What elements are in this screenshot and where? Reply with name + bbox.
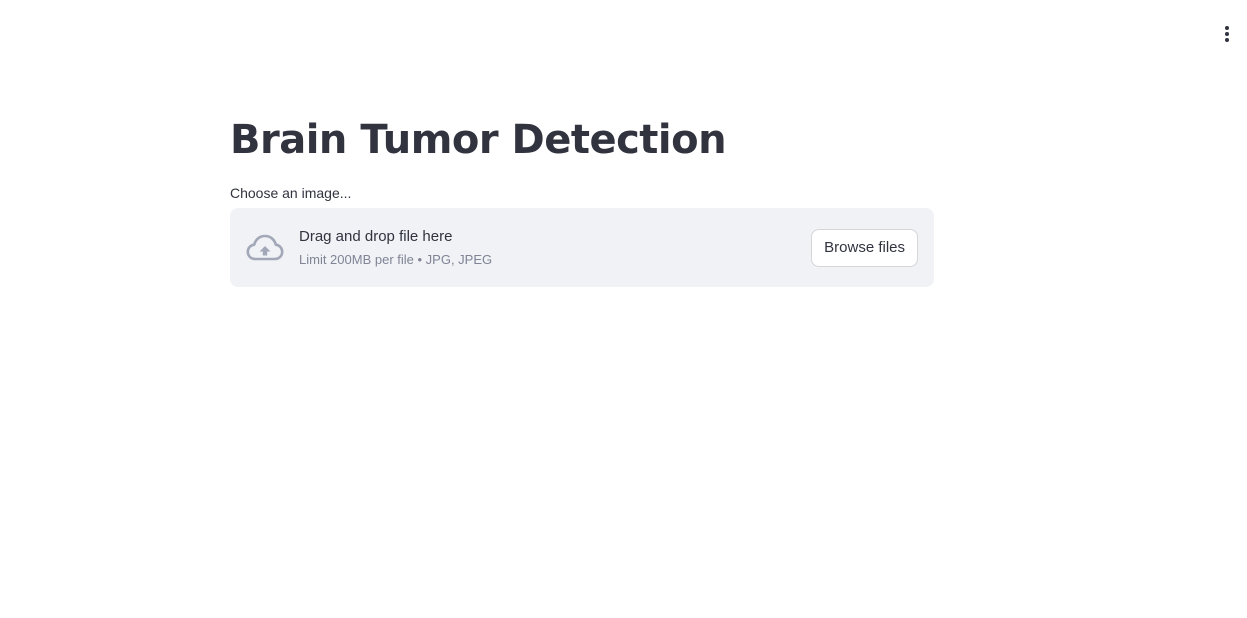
vertical-dots-icon: [1225, 26, 1229, 42]
dropzone-instructions: Drag and drop file here Limit 200MB per …: [299, 227, 811, 268]
file-dropzone[interactable]: Drag and drop file here Limit 200MB per …: [230, 208, 934, 287]
page-title: Brain Tumor Detection: [230, 117, 727, 163]
file-uploader-label: Choose an image...: [230, 185, 352, 201]
main-menu-button[interactable]: [1219, 24, 1235, 44]
drop-title: Drag and drop file here: [299, 228, 453, 245]
main-content: Brain Tumor Detection Choose an image...…: [230, 114, 934, 287]
file-limit-text: Limit 200MB per file • JPG, JPEG: [299, 252, 493, 267]
app-root: Brain Tumor Detection Choose an image...…: [0, 0, 1247, 618]
cloud-upload-icon: [246, 234, 284, 260]
browse-files-button[interactable]: Browse files: [811, 228, 918, 267]
